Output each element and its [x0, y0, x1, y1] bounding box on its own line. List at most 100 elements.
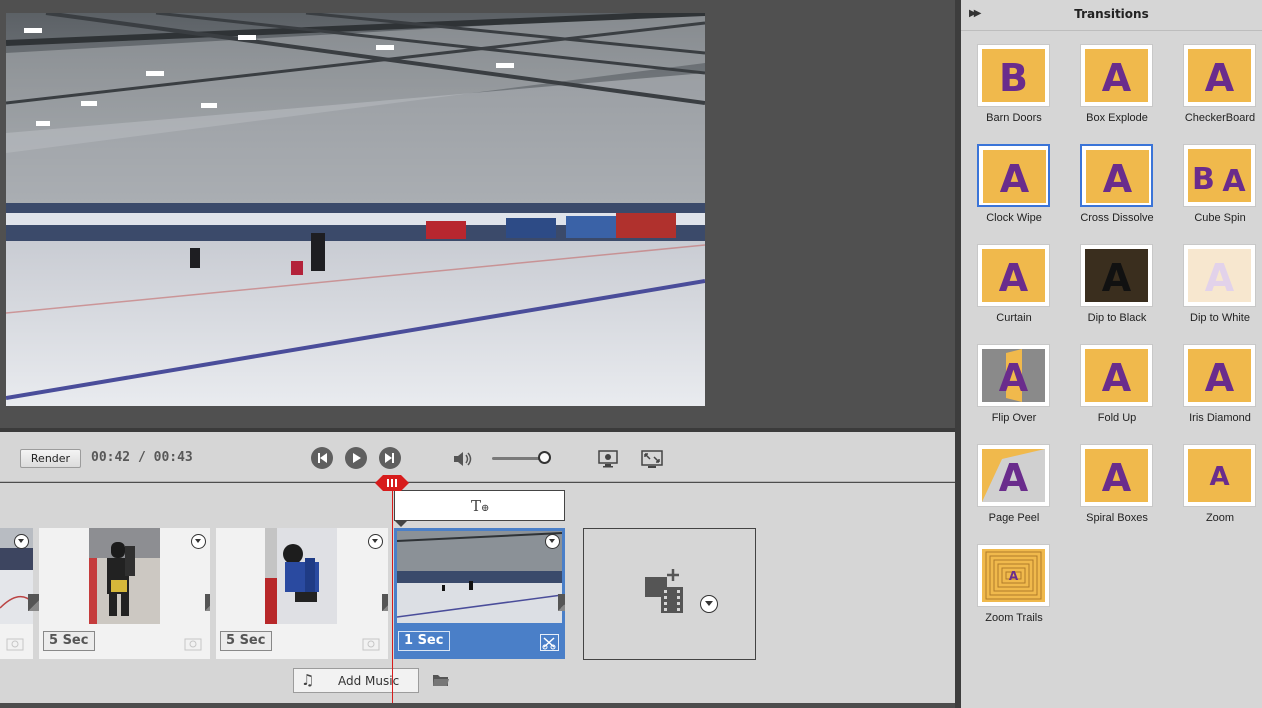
volume-slider-thumb[interactable]: [538, 451, 551, 464]
next-frame-button[interactable]: [379, 447, 401, 469]
transition-label: Curtain: [996, 312, 1032, 324]
transition-label: Spiral Boxes: [1086, 512, 1148, 524]
transition-item[interactable]: A Flip Over: [961, 344, 1051, 439]
add-text-icon[interactable]: T⊕: [471, 497, 489, 515]
transition-thumbnail[interactable]: A: [977, 544, 1050, 607]
transition-item[interactable]: A Page Peel: [961, 444, 1051, 539]
volume-icon[interactable]: [452, 449, 476, 469]
preview-area: [0, 0, 955, 428]
transition-marker[interactable]: [558, 594, 565, 611]
svg-text:A: A: [1209, 462, 1229, 492]
transition-label: CheckerBoard: [1184, 112, 1256, 124]
video-editor-window: Render 00:42 / 00:43 T⊕ 5 Sec 5 Sec 1 Se…: [0, 0, 1262, 708]
transition-label: Box Explode: [1086, 112, 1148, 124]
clip-duration[interactable]: 5 Sec: [43, 631, 95, 651]
transition-thumbnail[interactable]: A: [977, 144, 1050, 207]
transition-thumbnail[interactable]: A: [1183, 344, 1256, 407]
render-button[interactable]: Render: [20, 449, 81, 468]
transition-item[interactable]: A Clock Wipe: [961, 144, 1051, 239]
barn-doors-icon: B: [982, 49, 1045, 102]
text-track[interactable]: T⊕: [394, 490, 565, 527]
svg-text:A: A: [1102, 456, 1132, 500]
transition-item[interactable]: A Cross Dissolve: [1064, 144, 1154, 239]
transition-marker[interactable]: [205, 594, 210, 611]
preview-video-frame[interactable]: [6, 13, 705, 406]
transition-label: Clock Wipe: [986, 212, 1042, 224]
transition-item[interactable]: A Dip to White: [1167, 244, 1257, 339]
svg-text:A: A: [999, 456, 1029, 500]
music-note-icon: ♫: [301, 671, 315, 689]
transition-thumbnail[interactable]: A: [1183, 444, 1256, 507]
transition-item[interactable]: B Barn Doors: [961, 44, 1051, 139]
trim-icon[interactable]: [540, 634, 559, 651]
fullscreen-icon[interactable]: [640, 449, 664, 469]
transition-thumbnail[interactable]: A: [1080, 44, 1153, 107]
transition-item[interactable]: A Zoom Trails: [961, 544, 1051, 639]
panel-header: ▶▶ Transitions: [961, 0, 1262, 31]
folder-icon[interactable]: [432, 673, 450, 687]
transition-thumbnail[interactable]: A: [1080, 444, 1153, 507]
transition-thumbnail[interactable]: A: [1183, 244, 1256, 307]
clip-type-icon: [184, 638, 202, 651]
transition-label: Cube Spin: [1194, 212, 1246, 224]
svg-text:B: B: [999, 56, 1028, 100]
timeline-clip-selected[interactable]: 1 Sec: [394, 528, 565, 659]
volume-slider[interactable]: [492, 451, 552, 465]
transition-thumbnail[interactable]: A: [1080, 244, 1153, 307]
transitions-panel: ▶▶ Transitions B Barn Doors A Box Explode A C…: [961, 0, 1262, 708]
box-explode-icon: A: [1085, 49, 1148, 102]
transition-thumbnail[interactable]: B: [977, 44, 1050, 107]
transition-thumbnail[interactable]: A: [1183, 44, 1256, 107]
transition-item[interactable]: A Fold Up: [1064, 344, 1154, 439]
transition-thumbnail[interactable]: BA: [1183, 144, 1256, 207]
timecode-display: 00:42 / 00:43: [91, 450, 193, 465]
skip-back-icon: [318, 453, 327, 463]
transition-label: Page Peel: [988, 512, 1040, 524]
play-icon: [353, 453, 361, 463]
transition-label: Fold Up: [1097, 412, 1137, 424]
transition-thumbnail[interactable]: A: [1080, 344, 1153, 407]
transition-thumbnail[interactable]: A: [1080, 144, 1153, 207]
add-music-button[interactable]: ♫ Add Music: [293, 668, 419, 693]
add-media-drop-zone[interactable]: [583, 528, 756, 660]
add-media-icon[interactable]: [643, 567, 693, 617]
fold-up-icon: A: [1085, 349, 1148, 402]
clip-duration[interactable]: 1 Sec: [398, 631, 450, 651]
previous-frame-button[interactable]: [311, 447, 333, 469]
transition-label: Zoom: [1205, 512, 1235, 524]
svg-text:A: A: [1000, 157, 1030, 201]
dip-to-black-icon: A: [1085, 249, 1148, 302]
playhead-line: [392, 483, 393, 703]
timeline-clip[interactable]: 5 Sec: [216, 528, 388, 659]
transition-thumbnail[interactable]: A: [977, 344, 1050, 407]
clip-thumbnail: [397, 531, 562, 623]
transition-thumbnail[interactable]: A: [977, 444, 1050, 507]
playhead-handle[interactable]: [375, 475, 409, 491]
transition-item[interactable]: A Spiral Boxes: [1064, 444, 1154, 539]
clip-duration[interactable]: 5 Sec: [220, 631, 272, 651]
transition-label: Dip to Black: [1087, 312, 1147, 324]
svg-text:A: A: [1102, 256, 1132, 300]
clip-options-dropdown[interactable]: [191, 534, 206, 549]
transition-item[interactable]: A Zoom: [1167, 444, 1257, 539]
transition-item[interactable]: A Dip to Black: [1064, 244, 1154, 339]
transition-marker[interactable]: [382, 594, 388, 611]
cross-dissolve-icon: A: [1086, 150, 1149, 203]
iris-diamond-icon: A: [1188, 349, 1251, 402]
add-media-dropdown[interactable]: [700, 595, 718, 613]
transition-item[interactable]: A Iris Diamond: [1167, 344, 1257, 439]
svg-text:A: A: [1102, 356, 1132, 400]
clip-options-dropdown[interactable]: [368, 534, 383, 549]
transition-item[interactable]: A Box Explode: [1064, 44, 1154, 139]
transition-item[interactable]: A Curtain: [961, 244, 1051, 339]
svg-text:A: A: [1102, 56, 1132, 100]
clock-wipe-icon: A: [983, 150, 1046, 203]
timeline-clip[interactable]: 5 Sec: [39, 528, 210, 659]
transition-item[interactable]: A CheckerBoard: [1167, 44, 1257, 139]
transition-thumbnail[interactable]: A: [977, 244, 1050, 307]
play-button[interactable]: [345, 447, 367, 469]
clip-options-dropdown[interactable]: [545, 534, 560, 549]
display-settings-icon[interactable]: [596, 449, 620, 469]
transition-item[interactable]: B A Cube Spin: [1167, 144, 1257, 239]
clip-options-dropdown[interactable]: [14, 534, 29, 549]
